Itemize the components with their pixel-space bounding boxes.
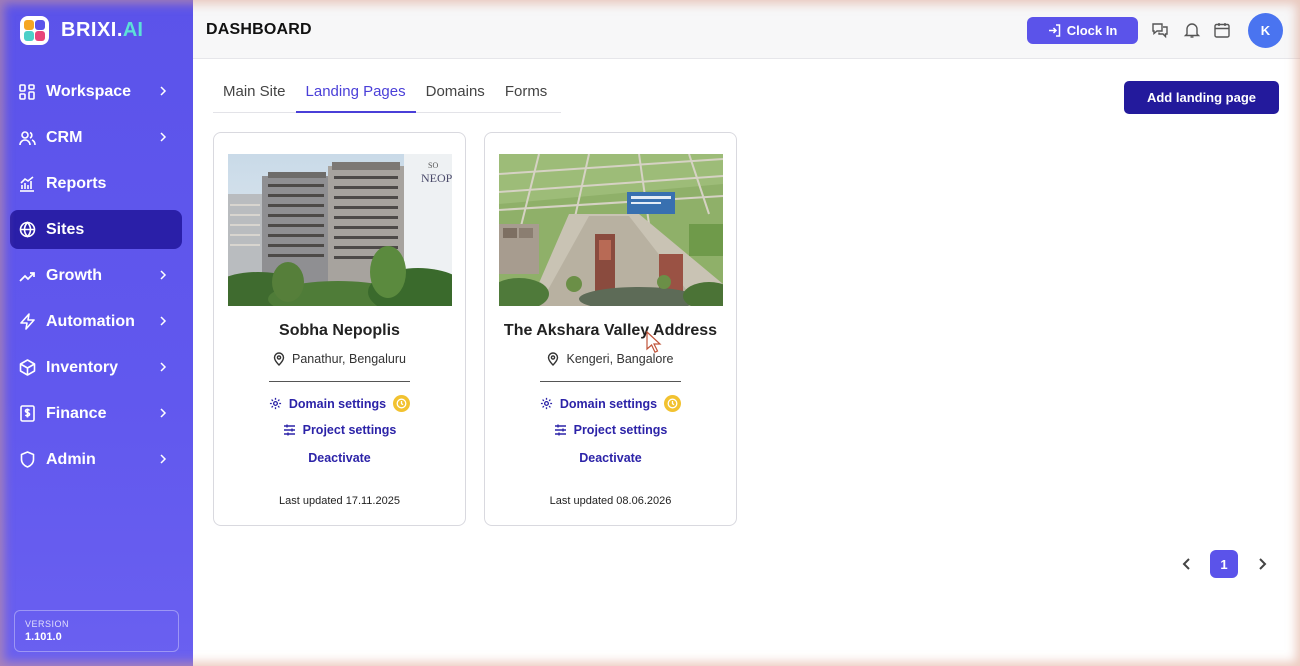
svg-text:NEOP: NEOP: [421, 171, 452, 185]
landing-page-card: The Akshara Valley Address Kengeri, Bang…: [484, 132, 737, 526]
brand-name: BRIXI.: [61, 19, 123, 41]
login-icon: [1048, 24, 1060, 37]
dollar-doc-icon: [18, 405, 36, 423]
sidebar-item-label: Admin: [46, 450, 96, 468]
domain-settings-label: Domain settings: [288, 396, 387, 411]
project-title: Sobha Nepoplis: [279, 322, 400, 339]
domain-settings-label: Domain settings: [559, 396, 658, 411]
sidebar-item-label: Sites: [46, 220, 85, 238]
mouse-cursor-icon: [646, 331, 662, 353]
brand-suffix: AI: [122, 19, 143, 41]
map-pin-icon: [273, 352, 285, 366]
sidebar-item-label: Growth: [46, 266, 102, 284]
svg-text:SO: SO: [428, 161, 438, 170]
deactivate-link[interactable]: Deactivate: [485, 451, 736, 465]
sidebar-item-label: CRM: [46, 128, 83, 146]
tab-main-site[interactable]: Main Site: [213, 73, 296, 112]
sidebar-item-label: Inventory: [46, 358, 119, 376]
sidebar-nav: Workspace CRM Reports Sites Growth Autom…: [10, 72, 182, 486]
users-icon: [18, 129, 36, 147]
chevron-right-icon: [160, 454, 167, 464]
clock-icon: [664, 395, 682, 412]
location-text: Panathur, Bengaluru: [292, 352, 406, 366]
domain-settings-link[interactable]: Domain settings: [485, 395, 736, 412]
tab-landing-pages[interactable]: Landing Pages: [295, 73, 416, 113]
domain-settings-link[interactable]: Domain settings: [214, 395, 465, 412]
pagination-page-current[interactable]: 1: [1210, 550, 1238, 578]
tab-forms[interactable]: Forms: [495, 73, 558, 112]
box-icon: [18, 359, 36, 377]
sidebar-item-reports[interactable]: Reports: [10, 164, 182, 203]
page-title: DASHBOARD: [206, 21, 312, 38]
brand[interactable]: BRIXI.AI: [20, 16, 143, 45]
project-settings-link[interactable]: Project settings: [485, 423, 736, 437]
sidebar-item-label: Finance: [46, 404, 107, 422]
chevron-right-icon: [160, 86, 167, 96]
version-box: VERSION 1.101.0: [14, 610, 179, 652]
sidebar-item-sites[interactable]: Sites: [10, 210, 182, 249]
project-title: The Akshara Valley Address: [503, 322, 718, 339]
sidebar-item-crm[interactable]: CRM: [10, 118, 182, 157]
map-pin-icon: [548, 352, 559, 366]
bell-icon[interactable]: [1183, 21, 1201, 39]
project-location: Kengeri, Bangalore: [485, 352, 736, 366]
sidebar-item-label: Reports: [46, 174, 107, 192]
chevron-right-icon: [160, 362, 167, 372]
divider: [540, 381, 681, 382]
version-label: VERSION: [25, 619, 70, 629]
deactivate-link[interactable]: Deactivate: [214, 451, 465, 465]
project-settings-label: Project settings: [573, 423, 668, 437]
chevron-right-icon: [160, 270, 167, 280]
sidebar-item-admin[interactable]: Admin: [10, 440, 182, 479]
grid-icon: [18, 83, 36, 101]
shield-icon: [18, 451, 36, 469]
project-location: Panathur, Bengaluru: [214, 352, 465, 366]
location-text: Kengeri, Bangalore: [566, 352, 674, 366]
lightning-icon: [18, 313, 36, 331]
sidebar-item-workspace[interactable]: Workspace: [10, 72, 182, 111]
sidebar-item-label: Automation: [46, 312, 135, 330]
landing-page-card: SO NEOP Sobha Nepoplis Panathur, Bengalu…: [213, 132, 466, 526]
sidebar-item-finance[interactable]: Finance: [10, 394, 182, 433]
project-settings-label: Project settings: [302, 423, 397, 437]
globe-icon: [18, 221, 36, 239]
add-landing-page-button[interactable]: Add landing page: [1124, 81, 1279, 114]
project-image: SO NEOP: [228, 154, 452, 306]
top-header: DASHBOARD Clock In K: [193, 0, 1300, 59]
clock-icon: [393, 395, 411, 412]
sliders-icon: [283, 424, 295, 436]
chevron-right-icon: [160, 132, 167, 142]
sliders-icon: [554, 424, 566, 436]
gear-icon: [540, 397, 552, 410]
clock-in-button[interactable]: Clock In: [1027, 17, 1138, 44]
sidebar-item-inventory[interactable]: Inventory: [10, 348, 182, 387]
version-value: 1.101.0: [25, 631, 62, 643]
chevron-right-icon: [160, 408, 167, 418]
sidebar-item-label: Workspace: [46, 82, 132, 100]
calendar-icon[interactable]: [1213, 21, 1231, 39]
last-updated: Last updated 08.06.2026: [549, 495, 672, 507]
chevron-right-icon: [160, 316, 167, 326]
brand-logo-icon: [20, 16, 49, 45]
pagination-prev-icon[interactable]: [1179, 556, 1195, 572]
site-tabs: Main Site Landing Pages Domains Forms: [213, 73, 561, 113]
clock-in-label: Clock In: [1066, 23, 1118, 38]
pagination-next-icon[interactable]: [1254, 556, 1270, 572]
project-image: [499, 154, 723, 306]
sidebar: BRIXI.AI Workspace CRM Reports Sites Gro…: [0, 0, 193, 666]
trend-up-icon: [18, 267, 36, 285]
gear-icon: [269, 397, 281, 410]
last-updated: Last updated 17.11.2025: [279, 495, 400, 507]
sidebar-item-automation[interactable]: Automation: [10, 302, 182, 341]
project-settings-link[interactable]: Project settings: [214, 423, 465, 437]
sidebar-item-growth[interactable]: Growth: [10, 256, 182, 295]
chart-icon: [18, 175, 36, 193]
chat-icon[interactable]: [1151, 21, 1169, 39]
tab-domains[interactable]: Domains: [416, 73, 495, 112]
divider: [269, 381, 410, 382]
avatar[interactable]: K: [1248, 13, 1283, 48]
